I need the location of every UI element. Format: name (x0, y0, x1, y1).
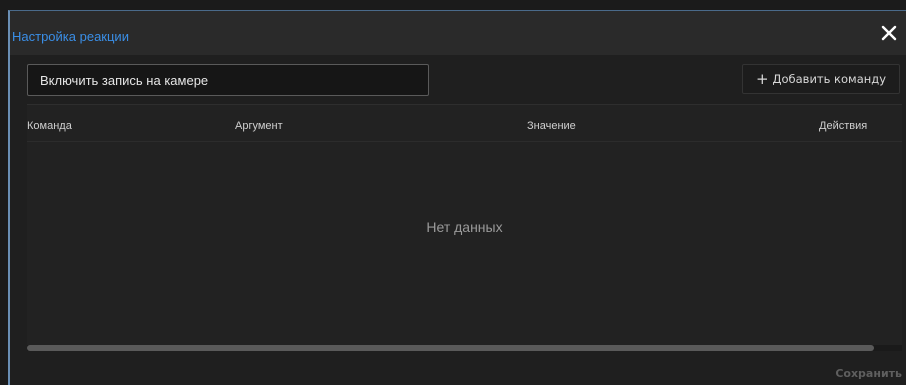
column-header-command[interactable]: Команда (27, 120, 72, 132)
add-command-button[interactable]: + Добавить команду (742, 64, 900, 94)
column-header-actions[interactable]: Действия (819, 120, 867, 132)
reaction-name-input[interactable] (27, 64, 429, 96)
close-icon (881, 25, 897, 41)
close-button[interactable] (880, 24, 898, 42)
column-header-argument[interactable]: Аргумент (235, 120, 283, 132)
dialog-header: Настройка реакции (10, 11, 906, 55)
table-header: Команда Аргумент Значение Действия (27, 104, 902, 142)
add-command-label: Добавить команду (772, 72, 887, 86)
plus-icon: + (755, 69, 769, 88)
reaction-settings-dialog: Настройка реакции + Добавить команду Ком… (8, 10, 906, 385)
horizontal-scrollbar[interactable] (27, 345, 902, 351)
column-header-value[interactable]: Значение (527, 120, 576, 132)
empty-state-text: Нет данных (426, 219, 503, 235)
dialog-title: Настройка реакции (12, 29, 129, 44)
scrollbar-thumb[interactable] (27, 345, 874, 351)
save-button[interactable]: Сохранить (835, 367, 902, 380)
commands-table: Команда Аргумент Значение Действия Нет д… (27, 104, 902, 351)
